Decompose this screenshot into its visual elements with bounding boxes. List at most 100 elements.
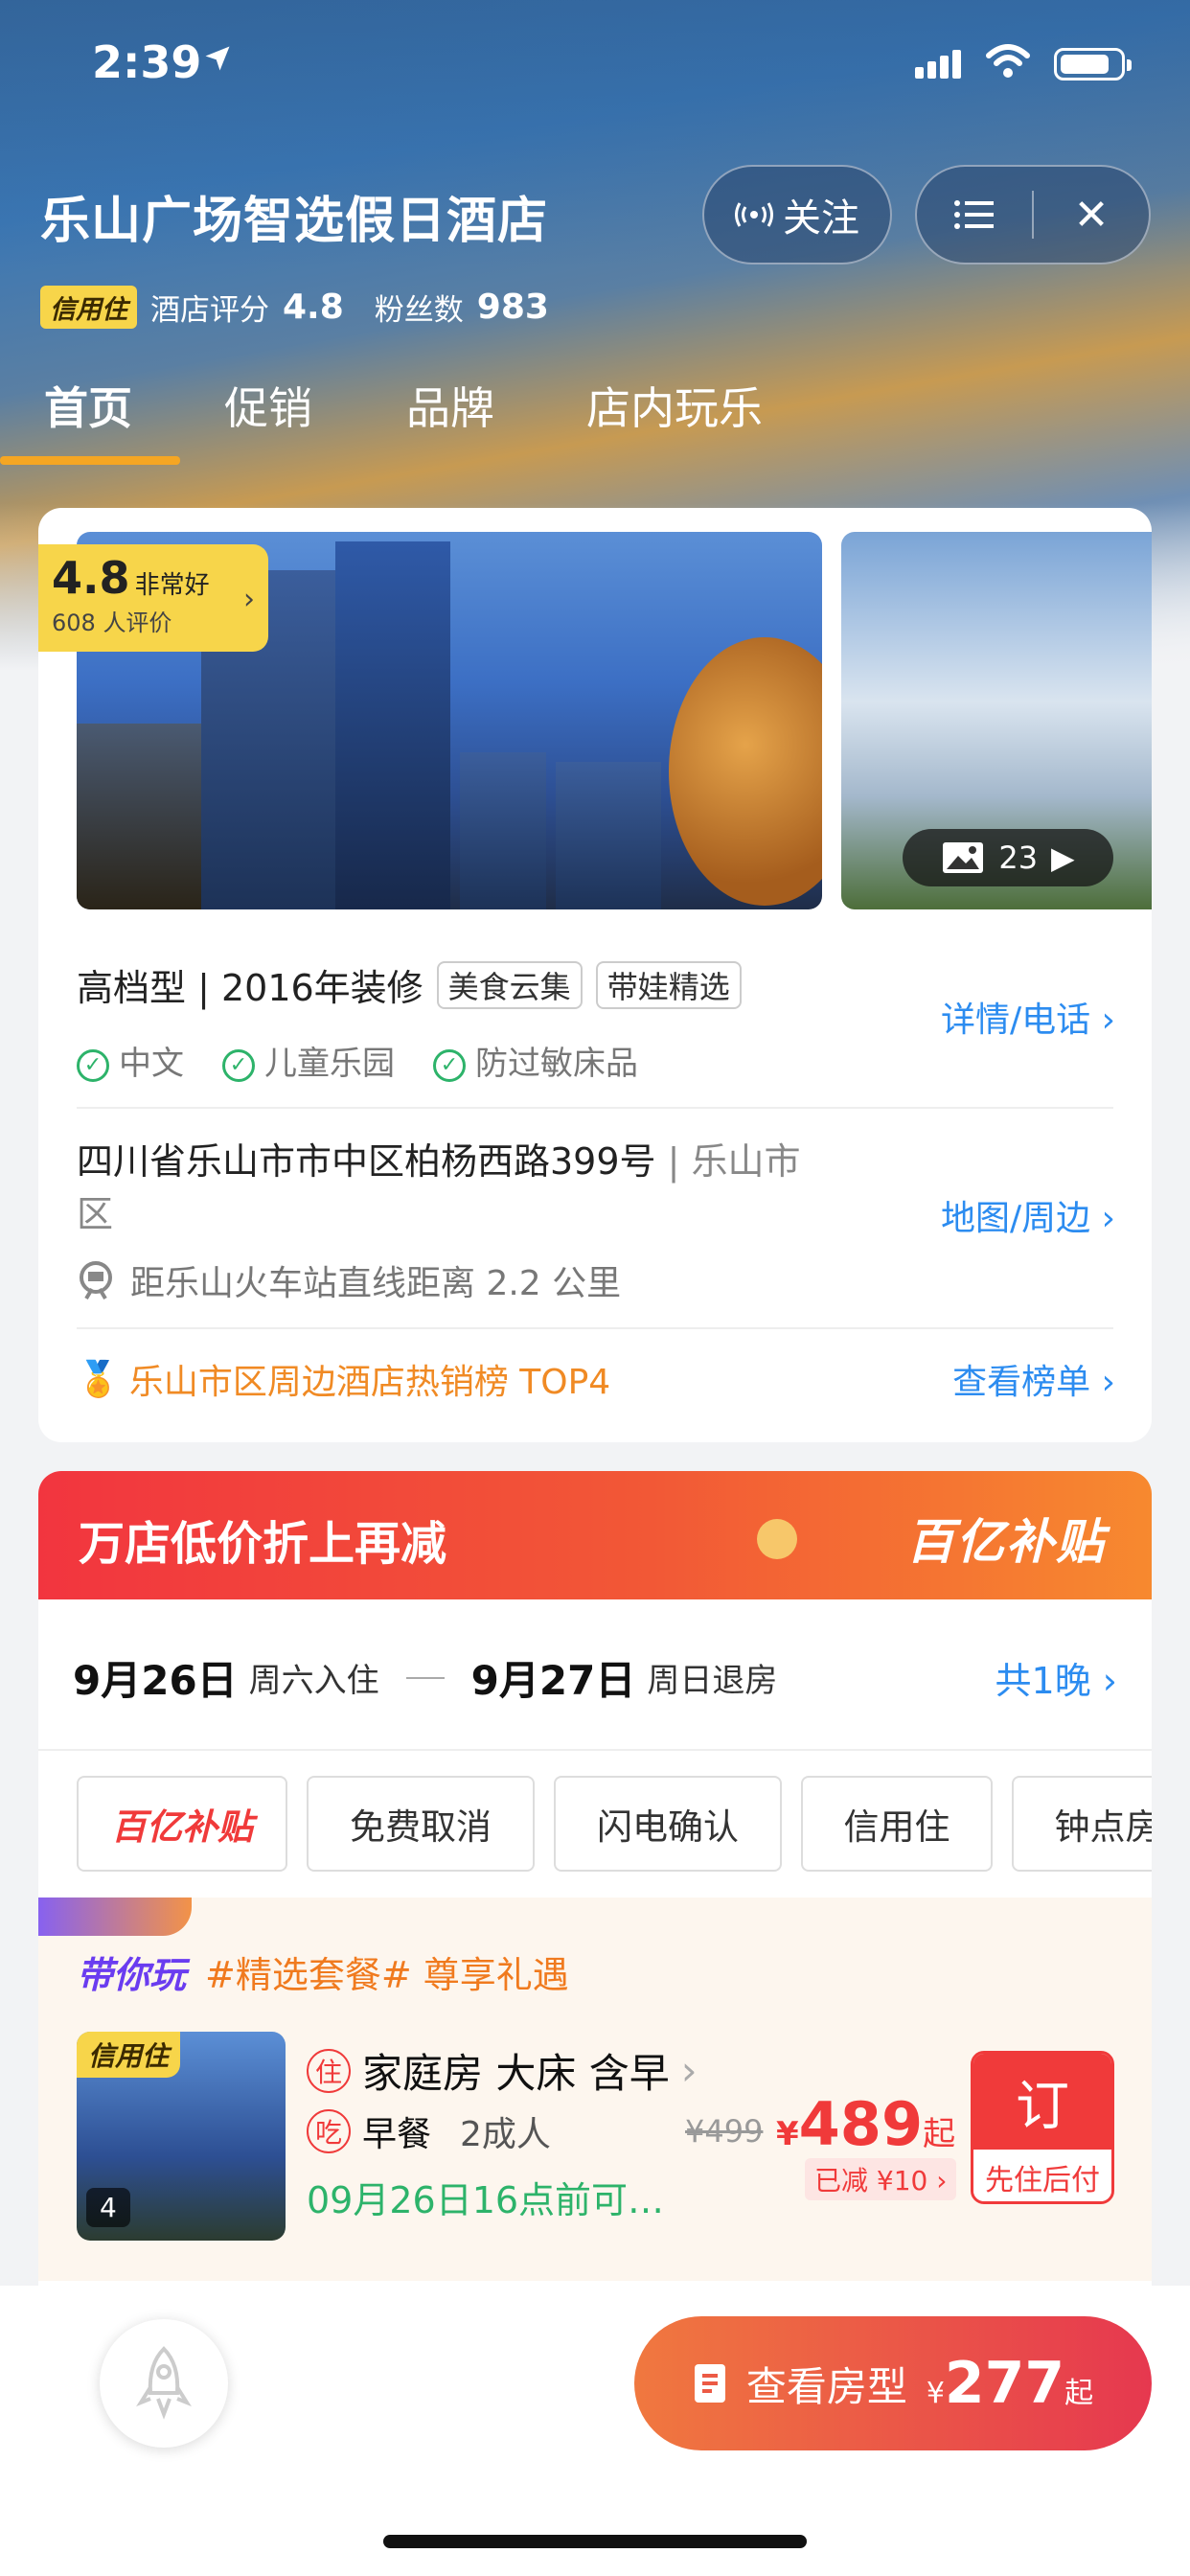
tab-bar: 首页 促销 品牌 店内玩乐 [0,374,1190,466]
checkout-label: 周日退房 [647,1662,778,1700]
checkout-date: 9月27日 [470,1657,636,1704]
follow-button[interactable]: 关注 [702,165,892,264]
tab-brand[interactable]: 品牌 [406,374,494,437]
status-bar: 2:39 [0,0,1190,125]
check-icon: ✓ [222,1048,255,1082]
chevron-right-icon: › [1102,1660,1117,1702]
broadcast-icon [735,202,773,227]
location-arrow-icon [205,46,230,71]
capsule-menu: ✕ [915,165,1151,264]
chevron-right-icon: › [1101,1363,1115,1402]
tab-home[interactable]: 首页 [44,374,132,437]
room-photo-count: 4 [86,2188,130,2227]
original-price: ¥499 [685,2113,764,2150]
review-count: 608 人评价 [52,610,172,636]
divider [38,1749,1152,1751]
check-icon: ✓ [77,1048,109,1082]
divider [77,1107,1113,1109]
chevron-right-icon: › [936,2165,948,2196]
details-phone-link[interactable]: 详情/电话 › [941,992,1115,1042]
meal-badge: 吃 [307,2109,351,2153]
package-header: 带你玩 #精选套餐# 尊享礼遇 [38,1898,569,1998]
room-photo[interactable]: 信用住 4 [77,2032,286,2241]
battery-icon [1054,48,1132,80]
rating-badge[interactable]: 4.8 非常好 608 人评价 › [38,544,268,652]
check-icon: ✓ [433,1048,466,1082]
credit-badge: 信用住 [77,2032,181,2078]
checkin-label: 周六入住 [248,1662,379,1700]
view-rooms-button[interactable]: 查看房型 ¥277起 [634,2316,1152,2450]
tag-chip: 美食云集 [436,960,583,1009]
rocket-button[interactable] [100,2319,228,2448]
view-ranking-link[interactable]: 查看榜单 › [952,1354,1115,1404]
cellular-signal-icon [915,50,965,79]
room-name: 住 家庭房 大床 含早 › [307,2041,698,2100]
list-icon [954,200,994,229]
train-icon [80,1261,112,1300]
chevron-right-icon: › [243,583,255,616]
rating-label: 酒店评分 [150,293,269,328]
filter-credit-stay[interactable]: 信用住 [801,1776,993,1872]
play-icon: ▶ [1051,840,1075,876]
stay-badge: 住 [307,2048,351,2093]
rocket-icon [136,2346,192,2420]
pay-later-label: 先住后付 [973,2150,1111,2201]
filter-subsidy[interactable]: 百亿补贴 [77,1776,287,1872]
hotel-address: 四川省乐山市市中区柏杨西路399号 | 乐山市区 [77,1140,801,1235]
bottom-bar: 查看房型 ¥277起 [0,2286,1190,2576]
document-icon [694,2364,725,2403]
room-price: ¥489起 [776,2089,956,2159]
close-button[interactable]: ✕ [1034,167,1149,263]
filter-bar: 百亿补贴 免费取消 闪电确认 信用住 钟点房 [77,1776,1152,1872]
divider [77,1327,1113,1329]
fans-value: 983 [476,288,549,327]
hotel-meta: 信用住 酒店评分 4.8 粉丝数 983 [40,286,566,329]
feature-list: ✓ 中文 ✓ 儿童乐园 ✓ 防过敏床品 [77,1037,638,1084]
guest-count: 2成人 [460,2115,551,2154]
subsidy-logo: 百亿补贴 [906,1514,1106,1570]
feature-item: ✓ 防过敏床品 [433,1037,638,1084]
menu-button[interactable] [917,167,1032,263]
filter-instant-confirm[interactable]: 闪电确认 [554,1776,782,1872]
book-label: 订 [973,2054,1111,2150]
cancel-policy: 09月26日16点前可… [307,2179,665,2221]
package-offer[interactable]: 带你玩 #精选套餐# 尊享礼遇 信用住 4 住 家庭房 大床 含早 › 吃 早餐… [38,1898,1152,2281]
chevron-right-icon: › [1101,1000,1115,1040]
nights-count: 共1晚 › [995,1660,1117,1702]
credit-badge: 信用住 [40,286,137,329]
home-indicator [383,2535,807,2548]
hotel-grade-row: 高档型 | 2016年装修 美食云集 带娃精选 [77,958,742,1011]
tab-promotion[interactable]: 促销 [224,374,312,437]
map-nearby-link[interactable]: 地图/周边 › [941,1190,1115,1240]
package-title: #精选套餐# 尊享礼遇 [205,1954,569,1996]
photo-count-button[interactable]: 23 ▶ [903,829,1113,886]
close-icon: ✕ [1073,190,1110,240]
rating-word: 非常好 [134,571,210,600]
hotel-grade: 高档型 | 2016年装修 [77,967,423,1009]
distance-row: 距乐山火车站直线距离 2.2 公里 [77,1255,621,1305]
book-button[interactable]: 订 先住后付 [971,2051,1114,2204]
feature-item: ✓ 儿童乐园 [222,1037,395,1084]
chevron-right-icon: › [680,2047,698,2094]
coin-icon [757,1519,797,1559]
checkin-date: 9月26日 [73,1657,238,1704]
promo-banner[interactable]: 万店低价折上再减 百亿补贴 [38,1471,1152,1599]
hotel-rank: 🏅 乐山市区周边酒店热销榜 TOP4 [77,1360,611,1402]
meal-info: 吃 早餐 2成人 [307,2106,551,2156]
rating-value: 4.8 [283,288,344,327]
hotel-info-card: 4.8 非常好 608 人评价 › 23 ▶ 高档型 | 2016年装修 美食云… [38,508,1152,1442]
promo-text: 万店低价折上再减 [79,1517,447,1571]
discount-badge[interactable]: 已减 ¥10 › [805,2158,957,2200]
follow-label: 关注 [783,196,859,241]
image-icon [943,842,984,873]
active-tab-indicator [0,456,180,465]
filter-free-cancel[interactable]: 免费取消 [307,1776,535,1872]
cta-price: ¥277起 [926,2350,1094,2417]
filter-hourly-room[interactable]: 钟点房 [1012,1776,1152,1872]
date-selector[interactable]: 9月26日 周六入住 9月27日 周日退房 共1晚 › [73,1648,1117,1707]
cta-label: 查看房型 [745,2362,907,2410]
photo-count: 23 [998,840,1039,876]
status-time: 2:39 [92,36,202,88]
fans-label: 粉丝数 [374,293,464,328]
tab-activities[interactable]: 店内玩乐 [586,374,763,437]
